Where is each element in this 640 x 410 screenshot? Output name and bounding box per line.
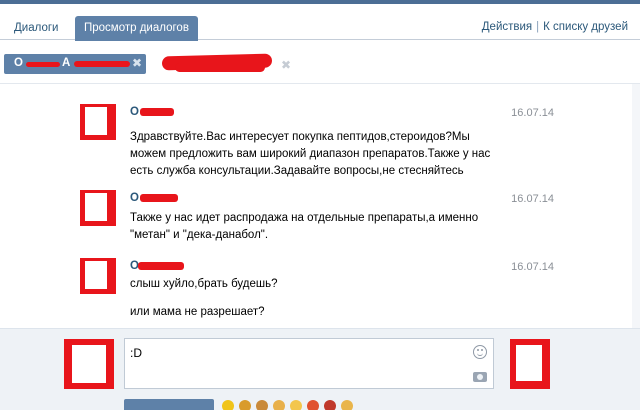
message-line: Здравствуйте.Вас интересует покупка пепт… bbox=[130, 131, 470, 143]
remove-participant-icon[interactable]: ✖ bbox=[281, 58, 291, 72]
redaction-mark bbox=[140, 194, 178, 202]
message-text: слыш хуйло,брать будешь? или мама не раз… bbox=[130, 276, 510, 321]
participant-chip-initial: О bbox=[14, 57, 23, 69]
peer-avatar[interactable] bbox=[510, 339, 550, 389]
send-button[interactable] bbox=[124, 399, 214, 410]
message-item: О 16.07.14 Также у нас идет распродажа н… bbox=[80, 190, 560, 250]
tabs-bar: Диалоги Просмотр диалогов Действия | К спи… bbox=[0, 4, 640, 41]
camera-icon[interactable] bbox=[473, 372, 487, 382]
message-line: можем предложить вам широкий диапазон пр… bbox=[130, 148, 491, 160]
message-input-value: :D bbox=[130, 346, 142, 360]
avatar[interactable] bbox=[80, 104, 116, 140]
message-text: Здравствуйте.Вас интересует покупка пепт… bbox=[130, 129, 510, 180]
redaction-mark bbox=[175, 63, 265, 72]
emoji-icon[interactable] bbox=[239, 400, 251, 410]
message-author[interactable]: О bbox=[130, 106, 139, 118]
emoji-icon[interactable] bbox=[324, 400, 336, 410]
participant-chip-second-initial: А bbox=[62, 57, 71, 69]
emoji-icon[interactable] bbox=[273, 400, 285, 410]
participants-bar: О А ✖ bbox=[0, 41, 640, 83]
message-date: 16.07.14 bbox=[511, 193, 554, 205]
redaction-mark bbox=[140, 108, 174, 116]
emoji-icon[interactable] bbox=[290, 400, 302, 410]
participant-chip[interactable]: О А ✖ bbox=[4, 54, 146, 74]
smile-icon[interactable] bbox=[473, 345, 487, 359]
message-text: Также у нас идет распродажа на отдельные… bbox=[130, 210, 510, 244]
avatar[interactable] bbox=[80, 258, 116, 294]
message-date: 16.07.14 bbox=[511, 107, 554, 119]
actions-link[interactable]: Действия bbox=[482, 21, 532, 33]
message-line: слыш хуйло,брать будешь? bbox=[130, 278, 278, 290]
emoji-icon[interactable] bbox=[307, 400, 319, 410]
message-line bbox=[130, 293, 510, 304]
message-author[interactable]: О bbox=[130, 192, 139, 204]
friends-list-link[interactable]: К списку друзей bbox=[543, 21, 628, 33]
emoji-icon[interactable] bbox=[222, 400, 234, 410]
redaction-mark bbox=[138, 262, 184, 270]
redaction-mark bbox=[26, 62, 60, 67]
message-line: Также у нас идет распродажа на отдельные… bbox=[130, 212, 479, 224]
emoji-strip bbox=[222, 400, 358, 410]
message-line: или мама не разрешает? bbox=[130, 306, 265, 318]
my-avatar[interactable] bbox=[64, 339, 114, 389]
remove-participant-icon[interactable]: ✖ bbox=[132, 56, 142, 70]
emoji-icon[interactable] bbox=[256, 400, 268, 410]
message-item: О 16.07.14 Здравствуйте.Вас интересует п… bbox=[80, 104, 560, 180]
tab-dialogs[interactable]: Диалоги bbox=[6, 16, 66, 41]
message-input[interactable]: :D bbox=[124, 338, 494, 389]
link-separator: | bbox=[536, 21, 540, 33]
message-date: 16.07.14 bbox=[511, 261, 554, 273]
scrollbar[interactable] bbox=[632, 84, 640, 328]
message-item: О 16.07.14 слыш хуйло,брать будешь? или … bbox=[80, 258, 560, 326]
message-line: есть служба консультации.Задавайте вопро… bbox=[130, 165, 464, 177]
redaction-mark bbox=[74, 61, 130, 67]
message-line: "метан" и "дека-данабол". bbox=[130, 229, 269, 241]
top-links: Действия | К списку друзей bbox=[482, 21, 628, 33]
tab-view-dialogs[interactable]: Просмотр диалогов bbox=[75, 16, 198, 41]
emoji-icon[interactable] bbox=[341, 400, 353, 410]
avatar[interactable] bbox=[80, 190, 116, 226]
